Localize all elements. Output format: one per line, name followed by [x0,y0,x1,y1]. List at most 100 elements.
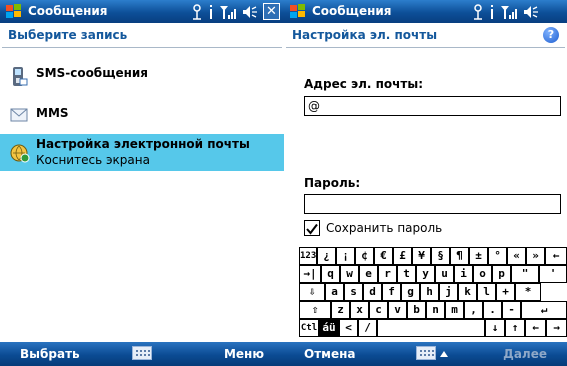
key-123[interactable]: 123 [299,247,317,265]
windows-start-icon[interactable] [288,2,307,21]
key[interactable]: ¿ [317,247,336,265]
key[interactable]: y [416,265,435,283]
connectivity-icon[interactable] [191,3,203,20]
key[interactable]: k [458,283,477,301]
key[interactable]: ± [469,247,488,265]
key[interactable]: j [439,283,458,301]
sms-icon [13,67,28,86]
key[interactable]: ¡ [336,247,355,265]
save-password-label: Сохранить пароль [326,221,443,235]
volume-icon[interactable] [523,4,539,20]
next-softkey: Далее [503,347,547,361]
key[interactable]: , [464,301,483,319]
key[interactable]: ' [539,265,567,283]
key[interactable]: i [454,265,473,283]
key[interactable]: f [382,283,401,301]
right-arrow-key[interactable]: → [546,319,567,337]
cancel-softkey[interactable]: Отмена [304,347,356,361]
list-item-title: Настройка электронной почты [36,137,250,151]
key[interactable]: " [511,265,539,283]
key[interactable]: n [426,301,445,319]
backspace-key[interactable]: ← [545,247,567,265]
keyboard-row-5: Ctl áü < / ↓ ↑ ← → [299,319,567,338]
accent-key[interactable]: áü [319,319,339,337]
key[interactable]: v [388,301,407,319]
key[interactable]: c [369,301,388,319]
down-arrow-key[interactable]: ↓ [485,319,505,337]
notification-icon[interactable] [208,4,214,20]
key[interactable]: + [496,283,515,301]
key[interactable]: x [350,301,369,319]
key[interactable]: t [397,265,416,283]
key[interactable]: . [483,301,502,319]
key[interactable]: m [445,301,464,319]
key[interactable]: p [492,265,511,283]
key[interactable]: z [331,301,350,319]
shift-key[interactable]: ⇧ [299,301,331,319]
key[interactable]: l [477,283,496,301]
windows-start-icon[interactable] [4,2,23,21]
divider [2,47,282,48]
keyboard-row-1: 123 ¿ ¡ ¢ € £ ¥ § ¶ ± ° « » ← [299,247,567,266]
key[interactable]: £ [393,247,412,265]
key[interactable]: h [420,283,439,301]
key[interactable]: q [321,265,340,283]
key[interactable]: « [507,247,526,265]
list-item-subtitle: Коснитесь экрана [36,153,150,167]
key[interactable]: § [431,247,450,265]
key[interactable]: o [473,265,492,283]
keyboard-icon[interactable] [416,346,436,360]
key[interactable]: ¥ [412,247,431,265]
notification-icon[interactable] [489,4,495,20]
key[interactable]: < [339,319,358,337]
list-item-sms[interactable]: SMS-сообщения [0,60,284,94]
help-icon[interactable]: ? [543,27,559,43]
key[interactable]: u [435,265,454,283]
key[interactable]: - [502,301,521,319]
tab-key[interactable]: →| [299,265,321,283]
volume-icon[interactable] [242,4,258,20]
input-menu-arrow-icon[interactable] [440,351,448,357]
menu-softkey[interactable]: Меню [224,347,264,361]
divider [286,47,565,48]
title-bar: Сообщения ✕ [0,0,284,23]
caps-key[interactable]: ⇩ [299,283,325,301]
window-title: Сообщения [28,4,108,18]
key[interactable]: » [526,247,545,265]
email-field[interactable]: @ [304,96,561,116]
select-softkey[interactable]: Выбрать [20,347,80,361]
softkey-bar: Выбрать Меню [0,342,284,366]
email-setup-icon [10,144,30,163]
enter-key[interactable]: ↵ [521,301,567,319]
save-password-checkbox[interactable] [304,220,320,236]
key[interactable]: e [359,265,378,283]
password-field[interactable] [304,194,561,214]
softkey-bar: Отмена Далее [284,342,567,366]
key[interactable]: r [378,265,397,283]
keyboard-icon[interactable] [132,346,152,360]
up-arrow-key[interactable]: ↑ [505,319,525,337]
key[interactable]: ¢ [355,247,374,265]
key[interactable]: a [325,283,344,301]
signal-strength-icon[interactable] [219,4,237,20]
key[interactable]: s [344,283,363,301]
close-button[interactable]: ✕ [263,3,280,20]
left-arrow-key[interactable]: ← [525,319,546,337]
key[interactable]: / [358,319,377,337]
soft-keyboard: 123 ¿ ¡ ¢ € £ ¥ § ¶ ± ° « » ← →| q w e r… [299,247,567,340]
key[interactable]: ¶ [450,247,469,265]
signal-strength-icon[interactable] [500,4,518,20]
key[interactable]: d [363,283,382,301]
space-key[interactable] [377,319,485,337]
key[interactable]: ° [488,247,507,265]
key[interactable]: b [407,301,426,319]
key[interactable]: w [340,265,359,283]
list-item-email-setup[interactable]: Настройка электронной почты Коснитесь эк… [0,134,284,171]
key[interactable]: € [374,247,393,265]
key[interactable]: * [515,283,541,301]
keyboard-row-3: ⇩ a s d f g h j k l + * [299,283,567,302]
ctrl-key[interactable]: Ctl [299,319,319,337]
connectivity-icon[interactable] [472,3,484,20]
key[interactable]: g [401,283,420,301]
list-item-mms[interactable]: MMS [0,96,284,130]
